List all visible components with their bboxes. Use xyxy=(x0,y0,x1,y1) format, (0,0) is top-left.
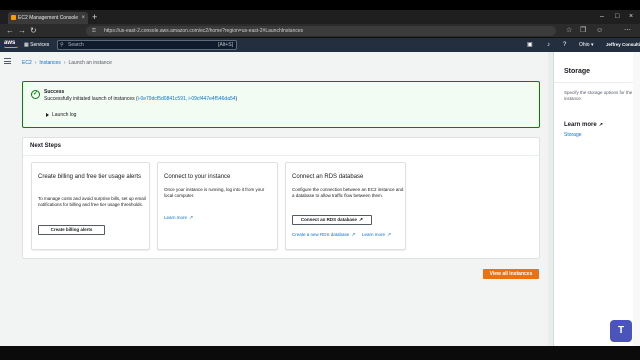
aws-top-nav: aws ▦ Services ⚲ Search [Alt+S] ▣ ♪ ? Oh… xyxy=(0,38,640,52)
address-bar-row: ← → ↻ ⚿ https://us-east-2.console.aws.am… xyxy=(0,24,640,38)
close-tab-icon[interactable]: × xyxy=(81,12,85,24)
profile-icon[interactable]: ☺ xyxy=(596,24,603,38)
teams-app-icon[interactable]: T xyxy=(610,320,632,342)
screen: EC2 Management Console × + – □ × ← → ↻ ⚿… xyxy=(0,0,640,360)
breadcrumb-instances[interactable]: Instances xyxy=(39,60,60,66)
card-body: To manage costs and avoid surprise bills… xyxy=(38,196,146,207)
external-link-icon: ↗ xyxy=(387,232,392,238)
card-body: Once your instance is running, log into … xyxy=(164,187,265,198)
scrollbar[interactable] xyxy=(633,52,640,346)
tab-strip: EC2 Management Console × + – □ × xyxy=(0,10,640,24)
aws-logo[interactable]: aws xyxy=(4,39,18,48)
success-alert: ✓ Success Successfully initiated launch … xyxy=(22,81,540,128)
notifications-icon[interactable]: ♪ xyxy=(547,38,550,52)
launch-log-toggle[interactable]: Launch log xyxy=(46,112,76,118)
success-title: Success xyxy=(44,89,65,95)
external-link-icon: ↗ xyxy=(189,215,194,221)
window-close-icon[interactable]: × xyxy=(629,11,633,23)
breadcrumb-ec2[interactable]: EC2 xyxy=(22,60,32,66)
maximize-icon[interactable]: □ xyxy=(615,11,619,23)
external-link-icon: ↗ xyxy=(358,217,364,223)
help-icon[interactable]: ? xyxy=(563,38,566,52)
billing-alerts-card: Create billing and free tier usage alert… xyxy=(31,162,150,250)
success-check-icon: ✓ xyxy=(31,90,40,99)
connect-instance-card: Connect to your instance Once your insta… xyxy=(157,162,278,250)
external-link-icon: ↗ xyxy=(598,122,603,128)
account-menu[interactable]: Jeffrey Consulting xyxy=(606,38,640,52)
view-all-instances-button[interactable]: View all instances xyxy=(483,269,539,279)
aws-favicon-icon xyxy=(11,15,16,20)
rds-learn-more-link[interactable]: Learn more ↗ xyxy=(362,232,391,238)
more-menu-icon[interactable]: ⋯ xyxy=(624,24,631,38)
tab-title: EC2 Management Console xyxy=(18,15,79,21)
connect-rds-database-button[interactable]: Connect an RDS database ↗ xyxy=(292,215,372,225)
search-icon: ⚲ xyxy=(60,42,64,48)
create-rds-database-link[interactable]: Create a new RDS database ↗ xyxy=(292,232,356,238)
address-bar[interactable]: ⚿ https://us-east-2.console.aws.amazon.c… xyxy=(86,26,556,36)
cloudshell-icon[interactable]: ▣ xyxy=(527,38,533,52)
breadcrumb: EC2 › Instances › Launch an instance xyxy=(22,60,112,66)
connect-rds-card: Connect an RDS database Configure the co… xyxy=(285,162,406,250)
panel-learn-more-heading: Learn more ↗ xyxy=(564,122,603,128)
forward-icon[interactable]: → xyxy=(18,24,26,38)
new-tab-button[interactable]: + xyxy=(92,11,97,23)
next-steps-title: Next Steps xyxy=(30,143,62,149)
reload-icon[interactable]: ↻ xyxy=(30,24,37,38)
browser-window: EC2 Management Console × + – □ × ← → ↻ ⚿… xyxy=(0,10,640,346)
extensions-icon[interactable]: ☆ xyxy=(566,24,572,38)
card-title: Create billing and free tier usage alert… xyxy=(38,174,142,180)
search-shortcut: [Alt+S] xyxy=(218,42,233,48)
breadcrumb-current: Launch an instance xyxy=(68,60,112,66)
back-icon[interactable]: ← xyxy=(6,24,14,38)
search-input[interactable]: ⚲ Search [Alt+S] xyxy=(57,40,237,50)
hamburger-menu-icon[interactable] xyxy=(4,58,11,64)
help-side-panel: Storage Specify the storage options for … xyxy=(553,52,640,346)
url-text: https://us-east-2.console.aws.amazon.com… xyxy=(104,28,304,34)
next-steps-panel: Next Steps Create billing and free tier … xyxy=(22,137,540,259)
card-title: Connect an RDS database xyxy=(292,174,364,180)
services-menu[interactable]: ▦ Services xyxy=(24,38,49,52)
minimize-icon[interactable]: – xyxy=(600,11,604,23)
panel-body: Specify the storage options for the inst… xyxy=(564,90,633,101)
learn-more-link[interactable]: Learn more ↗ xyxy=(164,215,193,221)
taskbar xyxy=(0,346,640,360)
favorites-icon[interactable]: ❐ xyxy=(580,24,586,38)
create-billing-alerts-button[interactable]: Create billing alerts xyxy=(38,225,105,235)
card-title: Connect to your instance xyxy=(164,174,231,180)
success-message: Successfully initiated launch of instanc… xyxy=(44,96,238,102)
caret-right-icon xyxy=(46,112,49,117)
external-link-icon: ↗ xyxy=(351,232,356,238)
card-body: Configure the connection between an EC2 … xyxy=(292,187,404,198)
browser-tab[interactable]: EC2 Management Console × xyxy=(8,12,88,24)
panel-title: Storage xyxy=(564,68,591,75)
storage-link[interactable]: Storage xyxy=(564,132,582,138)
region-selector[interactable]: Ohio ▾ xyxy=(579,38,593,52)
instance-ids-link[interactable]: i-0e79dcf5d0841c591, i-09cf447e4f546da54 xyxy=(138,96,236,102)
lock-icon: ⚿ xyxy=(92,28,96,34)
